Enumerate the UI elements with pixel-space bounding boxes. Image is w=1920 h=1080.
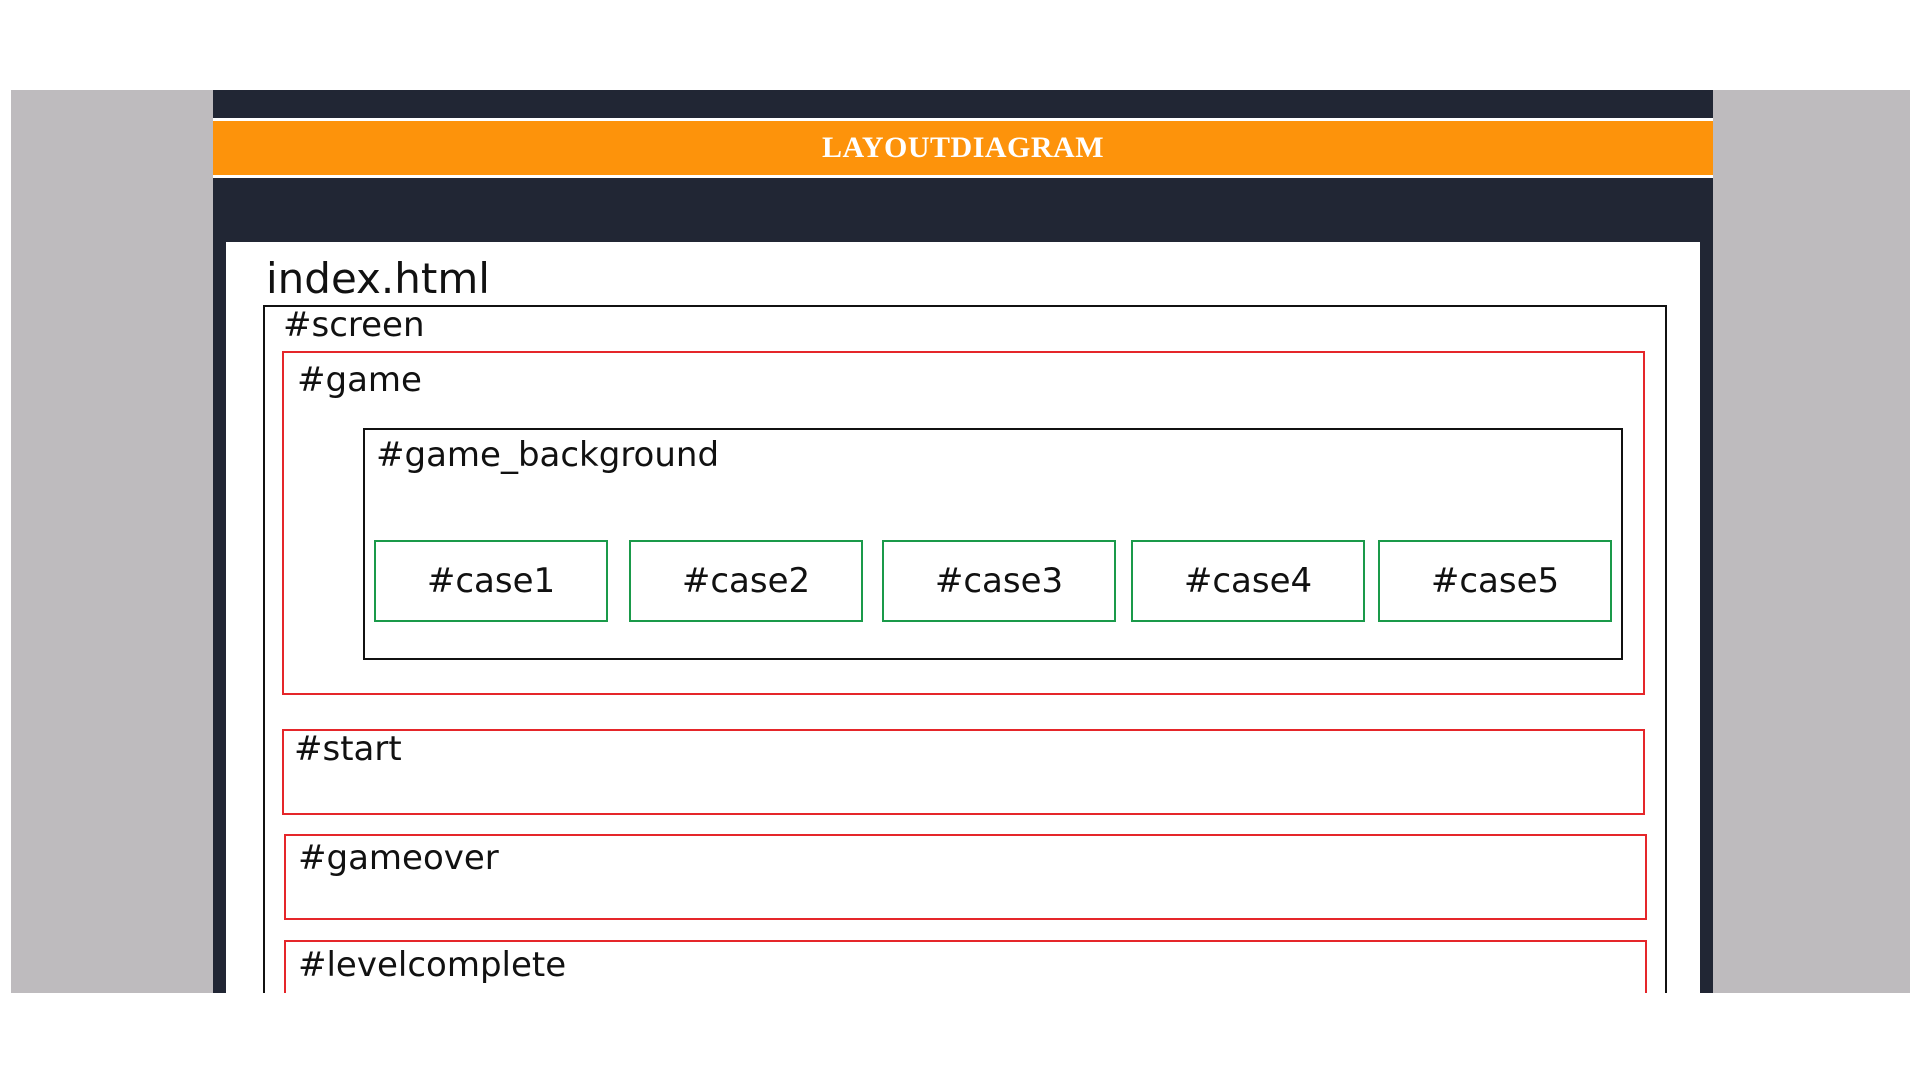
gameover-label: #gameover bbox=[298, 838, 499, 878]
gameover-box: #gameover bbox=[284, 834, 1647, 920]
game-label: #game bbox=[297, 360, 422, 400]
case4-label: #case4 bbox=[1183, 561, 1313, 601]
case2-box: #case2 bbox=[629, 540, 863, 622]
case4-box: #case4 bbox=[1131, 540, 1365, 622]
page-title: index.html bbox=[266, 254, 490, 303]
case5-label: #case5 bbox=[1430, 561, 1560, 601]
levelcomplete-box: #levelcomplete bbox=[284, 940, 1647, 993]
game-background-label: #game_background bbox=[376, 435, 720, 475]
case1-label: #case1 bbox=[426, 561, 556, 601]
screen-label: #screen bbox=[283, 305, 425, 345]
case5-box: #case5 bbox=[1378, 540, 1612, 622]
case3-box: #case3 bbox=[882, 540, 1116, 622]
start-box: #start bbox=[282, 729, 1645, 815]
diagram: index.html #screen #game #game_backgroun… bbox=[0, 0, 1920, 993]
case1-box: #case1 bbox=[374, 540, 608, 622]
levelcomplete-label: #levelcomplete bbox=[298, 945, 567, 985]
case3-label: #case3 bbox=[934, 561, 1064, 601]
start-label: #start bbox=[294, 729, 402, 769]
case2-label: #case2 bbox=[681, 561, 811, 601]
